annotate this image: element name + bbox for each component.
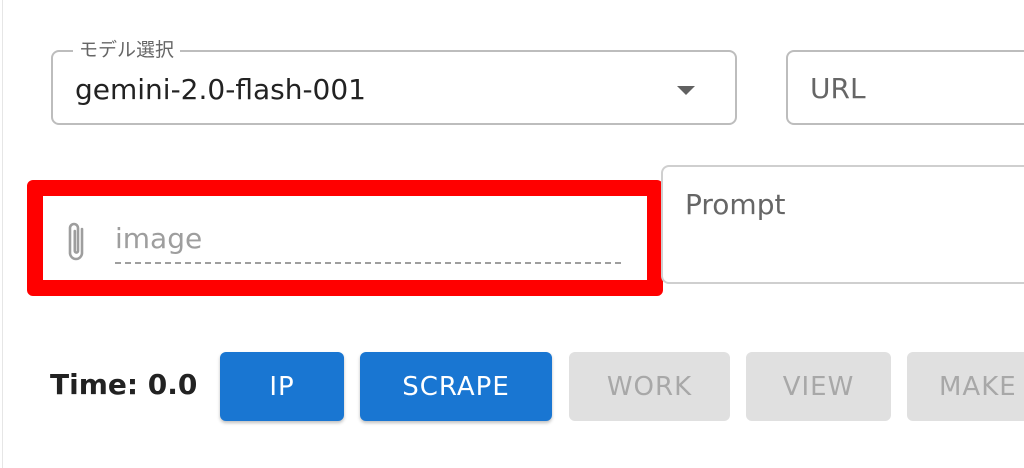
model-select-label: モデル選択 bbox=[73, 36, 181, 64]
scrape-button[interactable]: SCRAPE bbox=[360, 352, 552, 421]
paperclip-icon[interactable] bbox=[66, 220, 88, 266]
work-button[interactable]: WORK bbox=[569, 352, 730, 421]
dropdown-caret-icon[interactable] bbox=[677, 86, 695, 95]
view-button[interactable]: VIEW bbox=[746, 352, 891, 421]
left-divider bbox=[2, 0, 3, 468]
time-display: Time: 0.0 bbox=[50, 368, 198, 401]
prompt-placeholder: Prompt bbox=[685, 188, 786, 221]
ip-button[interactable]: IP bbox=[220, 352, 344, 421]
image-input[interactable]: image bbox=[27, 180, 663, 296]
make-button[interactable]: MAKE bbox=[907, 352, 1024, 421]
image-input-underline bbox=[115, 262, 621, 264]
image-placeholder: image bbox=[115, 222, 203, 255]
url-placeholder: URL bbox=[810, 72, 866, 105]
prompt-textarea[interactable]: Prompt bbox=[661, 165, 1024, 284]
model-select-value: gemini-2.0-flash-001 bbox=[75, 73, 366, 106]
model-select[interactable]: モデル選択 gemini-2.0-flash-001 bbox=[51, 36, 737, 125]
url-input[interactable]: URL bbox=[786, 50, 1024, 125]
